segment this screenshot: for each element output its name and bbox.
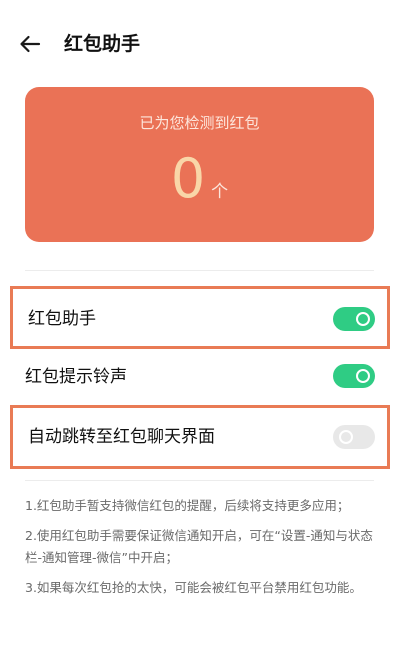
note-item: 2.使用红包助手需要保证微信通知开启，可在“设置-通知与状态栏-通知管理-微信”… bbox=[25, 528, 373, 565]
counter-value: 0 bbox=[170, 147, 206, 210]
counter-caption: 已为您检测到红包 bbox=[139, 114, 260, 132]
setting-label: 红包助手 bbox=[28, 309, 96, 329]
back-button[interactable] bbox=[14, 28, 46, 60]
notification-sound-toggle[interactable] bbox=[333, 364, 375, 388]
toggle-knob bbox=[339, 430, 353, 444]
toggle-knob bbox=[356, 312, 370, 326]
header-bar: 红包助手 bbox=[0, 0, 400, 86]
counter-value-row: 0 个 bbox=[25, 137, 374, 221]
toggle-knob bbox=[356, 369, 370, 383]
red-packet-assistant-toggle[interactable] bbox=[333, 307, 375, 331]
setting-row-notification-sound[interactable]: 红包提示铃声 bbox=[10, 354, 390, 400]
setting-label: 自动跳转至红包聊天界面 bbox=[28, 427, 215, 447]
divider bbox=[25, 270, 374, 271]
setting-label: 红包提示铃声 bbox=[25, 367, 127, 387]
counter-unit: 个 bbox=[211, 182, 229, 202]
setting-row-red-packet-assistant[interactable]: 红包助手 bbox=[10, 286, 390, 349]
page-title: 红包助手 bbox=[64, 33, 141, 55]
auto-jump-chat-toggle[interactable] bbox=[333, 425, 375, 449]
usage-notes: 1.红包助手暂支持微信红包的提醒，后续将支持更多应用； 2.使用红包助手需要保证… bbox=[25, 495, 377, 607]
red-packet-counter-card: 已为您检测到红包 0 个 bbox=[25, 87, 374, 242]
note-item: 3.如果每次红包抢的太快，可能会被红包平台禁用红包功能。 bbox=[25, 580, 362, 595]
note-item: 1.红包助手暂支持微信红包的提醒，后续将支持更多应用； bbox=[25, 498, 350, 513]
divider bbox=[25, 480, 374, 481]
arrow-left-icon bbox=[20, 35, 41, 53]
setting-row-auto-jump-chat[interactable]: 自动跳转至红包聊天界面 bbox=[10, 405, 390, 469]
